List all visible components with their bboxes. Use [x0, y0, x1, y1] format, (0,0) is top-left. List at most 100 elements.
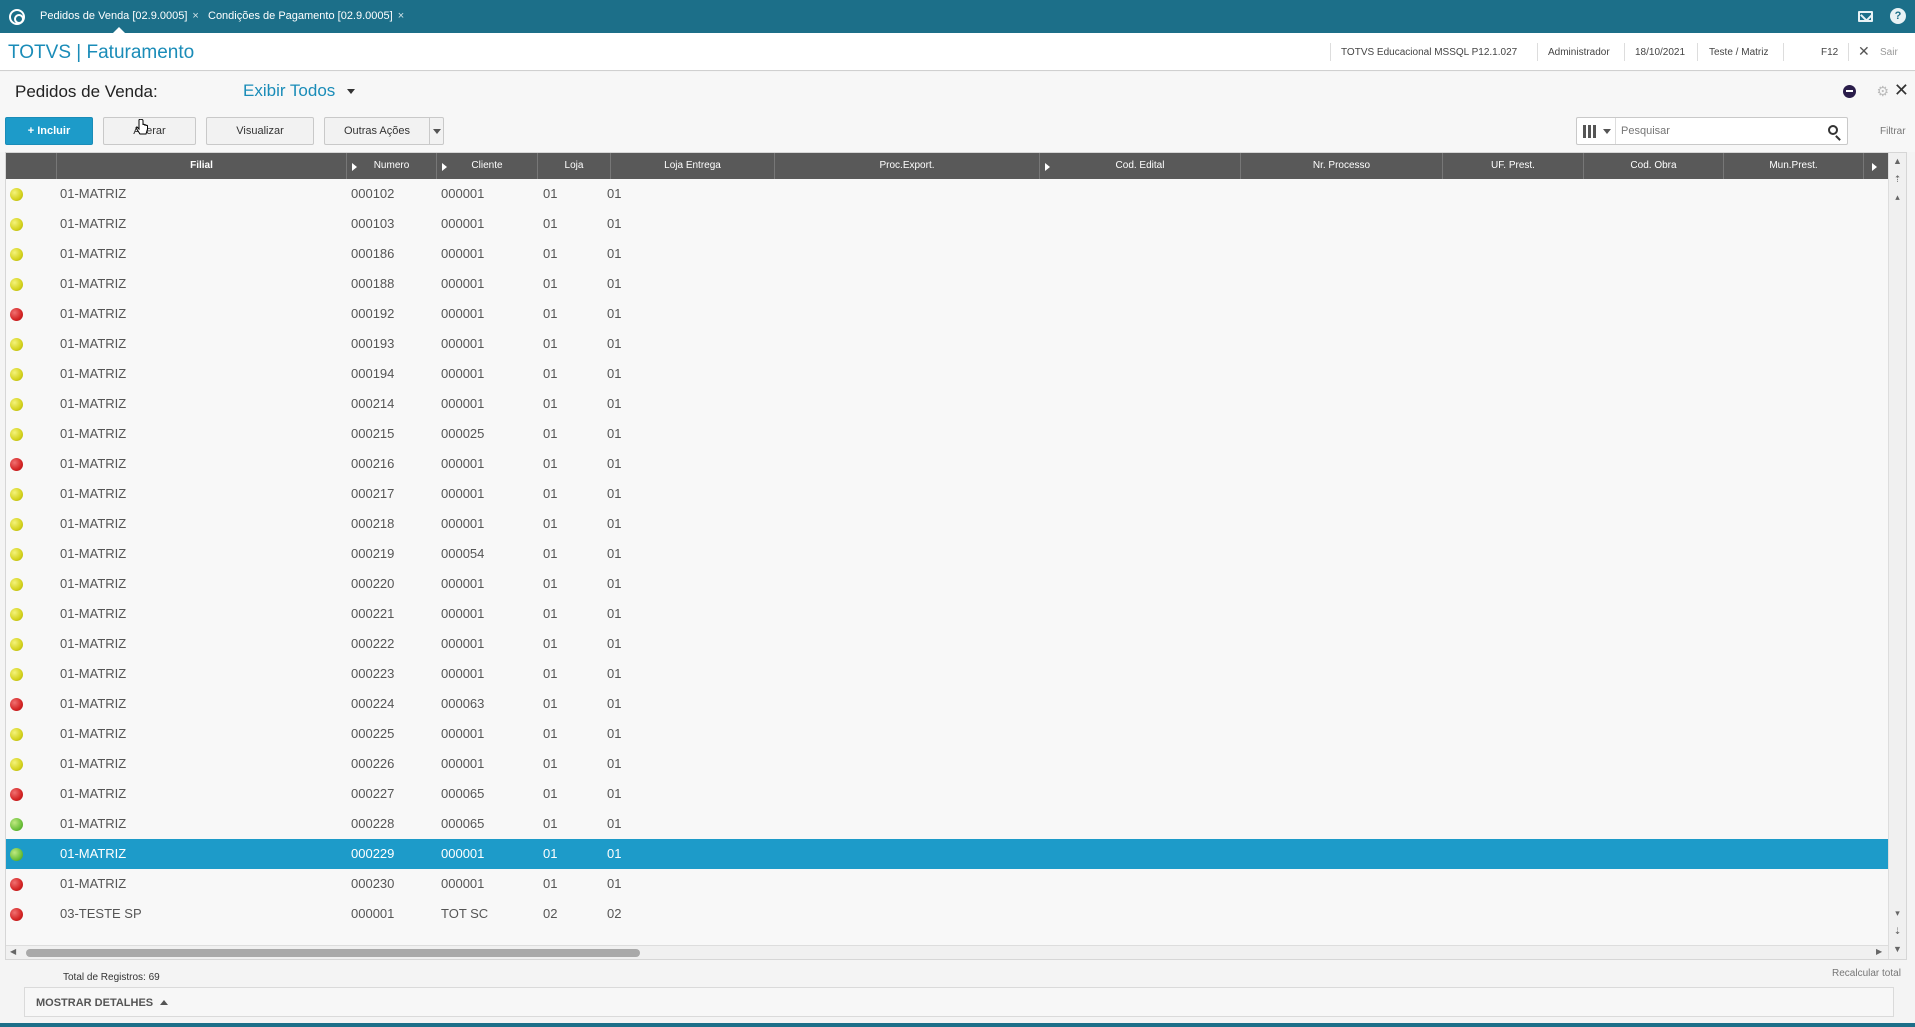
recalculate-total-link[interactable]: Recalcular total — [1832, 968, 1901, 979]
cell-cliente: 000001 — [441, 636, 485, 651]
table-row[interactable]: 01-MATRIZ 000217 000001 01 01 — [6, 479, 1888, 509]
table-row[interactable]: 01-MATRIZ 000229 000001 01 01 — [6, 839, 1888, 869]
horizontal-scroll-thumb[interactable] — [26, 949, 640, 957]
table-row[interactable]: 01-MATRIZ 000219 000054 01 01 — [6, 539, 1888, 569]
chevron-down-icon[interactable] — [429, 118, 443, 144]
tab-close-icon[interactable]: × — [192, 10, 198, 22]
table-row[interactable]: 01-MATRIZ 000102 000001 01 01 — [6, 179, 1888, 209]
scroll-bottom-icon[interactable]: ▼ — [1892, 943, 1903, 956]
table-row[interactable]: 01-MATRIZ 000186 000001 01 01 — [6, 239, 1888, 269]
table-row[interactable]: 01-MATRIZ 000215 000025 01 01 — [6, 419, 1888, 449]
cell-loja: 01 — [543, 366, 558, 381]
table-row[interactable]: 01-MATRIZ 000193 000001 01 01 — [6, 329, 1888, 359]
table-row[interactable]: 01-MATRIZ 000216 000001 01 01 — [6, 449, 1888, 479]
search-input[interactable] — [1621, 121, 1811, 141]
scroll-right-icon[interactable]: ▶ — [1876, 947, 1882, 956]
help-icon[interactable]: ? — [1890, 8, 1906, 24]
cell-loja: 01 — [543, 576, 558, 591]
status-dot-icon — [10, 668, 23, 681]
table-row[interactable]: 01-MATRIZ 000228 000065 01 01 — [6, 809, 1888, 839]
exit-button[interactable]: Sair — [1880, 47, 1898, 58]
view-filter-select[interactable]: Exibir Todos — [243, 81, 356, 101]
cell-cliente: 000001 — [441, 366, 485, 381]
status-dot-icon — [10, 398, 23, 411]
show-details-toggle[interactable]: MOSTRAR DETALHES — [36, 997, 169, 1009]
filter-link[interactable]: Filtrar — [1880, 126, 1906, 137]
column-header-nr-processo[interactable]: Nr. Processo — [1241, 153, 1443, 179]
scroll-page-up-icon[interactable]: ⇡ — [1892, 173, 1903, 186]
table-row[interactable]: 01-MATRIZ 000226 000001 01 01 — [6, 749, 1888, 779]
cell-filial: 01-MATRIZ — [60, 546, 127, 561]
home-icon[interactable] — [9, 9, 25, 25]
gear-icon[interactable]: ⚙ — [1876, 83, 1889, 100]
orders-grid: Filial Numero Cliente Loja Loja Entrega … — [5, 152, 1907, 960]
column-header-uf-prest[interactable]: UF. Prest. — [1443, 153, 1584, 179]
cell-cliente: 000054 — [441, 546, 485, 561]
tab-close-icon[interactable]: × — [398, 10, 404, 22]
scroll-top-icon[interactable]: ▲ — [1892, 155, 1903, 168]
column-header-label: Cod. Edital — [1115, 160, 1165, 171]
other-actions-button[interactable]: Outras Ações — [324, 117, 444, 145]
column-header-loja-entrega[interactable]: Loja Entrega — [611, 153, 775, 179]
search-icon[interactable] — [1828, 125, 1838, 135]
column-header-numero[interactable]: Numero — [347, 153, 437, 179]
table-row[interactable]: 01-MATRIZ 000227 000065 01 01 — [6, 779, 1888, 809]
include-button[interactable]: + Incluir — [5, 117, 93, 145]
column-header-cod-edital[interactable]: Cod. Edital — [1040, 153, 1241, 179]
status-dot-icon — [10, 278, 23, 291]
table-row[interactable]: 01-MATRIZ 000223 000001 01 01 — [6, 659, 1888, 689]
view-button[interactable]: Visualizar — [206, 117, 314, 145]
cell-cliente: 000001 — [441, 576, 485, 591]
cell-cliente: 000001 — [441, 726, 485, 741]
status-dot-icon — [10, 818, 23, 831]
mail-icon[interactable] — [1858, 11, 1873, 22]
cell-filial: 01-MATRIZ — [60, 186, 127, 201]
table-row[interactable]: 01-MATRIZ 000224 000063 01 01 — [6, 689, 1888, 719]
column-header-filial[interactable]: Filial — [57, 153, 347, 179]
cell-loja: 01 — [543, 846, 558, 861]
columns-icon[interactable] — [1583, 125, 1597, 138]
scroll-columns-right[interactable] — [1864, 153, 1888, 179]
cell-loja-entrega: 01 — [607, 876, 622, 891]
column-header-proc-export[interactable]: Proc.Export. — [775, 153, 1040, 179]
table-row[interactable]: 01-MATRIZ 000230 000001 01 01 — [6, 869, 1888, 899]
app-title: TOTVS | Faturamento — [8, 42, 195, 63]
vertical-scrollbar[interactable]: ▲ ⇡ ▴ ▾ ⇣ ▼ — [1888, 153, 1906, 959]
company-label[interactable]: Teste / Matriz — [1709, 47, 1768, 58]
table-row[interactable]: 01-MATRIZ 000192 000001 01 01 — [6, 299, 1888, 329]
table-row[interactable]: 03-TESTE SP 000001 TOT SC 02 02 — [6, 899, 1888, 929]
table-row[interactable]: 01-MATRIZ 000103 000001 01 01 — [6, 209, 1888, 239]
status-circle-icon[interactable] — [1843, 85, 1856, 98]
table-row[interactable]: 01-MATRIZ 000225 000001 01 01 — [6, 719, 1888, 749]
f12-shortcut[interactable]: F12 — [1821, 47, 1838, 58]
column-header-loja[interactable]: Loja — [538, 153, 611, 179]
show-details-bar[interactable]: MOSTRAR DETALHES — [24, 987, 1894, 1017]
scroll-page-down-icon[interactable]: ⇣ — [1892, 925, 1903, 938]
cell-loja-entrega: 01 — [607, 576, 622, 591]
cell-cliente: 000063 — [441, 696, 485, 711]
chevron-down-icon[interactable] — [1603, 129, 1611, 134]
table-row[interactable]: 01-MATRIZ 000194 000001 01 01 — [6, 359, 1888, 389]
cell-cliente: 000025 — [441, 426, 485, 441]
close-icon[interactable]: ✕ — [1894, 80, 1909, 101]
exit-icon[interactable]: ✕ — [1858, 43, 1870, 60]
chevron-up-icon — [160, 1000, 169, 1005]
table-row[interactable]: 01-MATRIZ 000222 000001 01 01 — [6, 629, 1888, 659]
horizontal-scrollbar[interactable]: ◀ ▶ — [6, 945, 1888, 959]
tab-condicoes-de-pagamento[interactable]: Condições de Pagamento [02.9.0005] × — [208, 0, 404, 33]
table-row[interactable]: 01-MATRIZ 000218 000001 01 01 — [6, 509, 1888, 539]
column-header-mun-prest[interactable]: Mun.Prest. — [1724, 153, 1864, 179]
scroll-up-icon[interactable]: ▴ — [1892, 191, 1903, 204]
column-header-cod-obra[interactable]: Cod. Obra — [1584, 153, 1724, 179]
alter-button[interactable]: Alterar — [103, 117, 196, 145]
scroll-down-icon[interactable]: ▾ — [1892, 907, 1903, 920]
table-row[interactable]: 01-MATRIZ 000188 000001 01 01 — [6, 269, 1888, 299]
column-header-cliente[interactable]: Cliente — [437, 153, 538, 179]
scroll-left-icon[interactable]: ◀ — [10, 947, 16, 956]
cell-numero: 000219 — [351, 546, 395, 561]
tab-pedidos-de-venda[interactable]: Pedidos de Venda [02.9.0005] × — [40, 0, 199, 33]
table-row[interactable]: 01-MATRIZ 000214 000001 01 01 — [6, 389, 1888, 419]
table-row[interactable]: 01-MATRIZ 000220 000001 01 01 — [6, 569, 1888, 599]
cell-loja-entrega: 01 — [607, 516, 622, 531]
table-row[interactable]: 01-MATRIZ 000221 000001 01 01 — [6, 599, 1888, 629]
